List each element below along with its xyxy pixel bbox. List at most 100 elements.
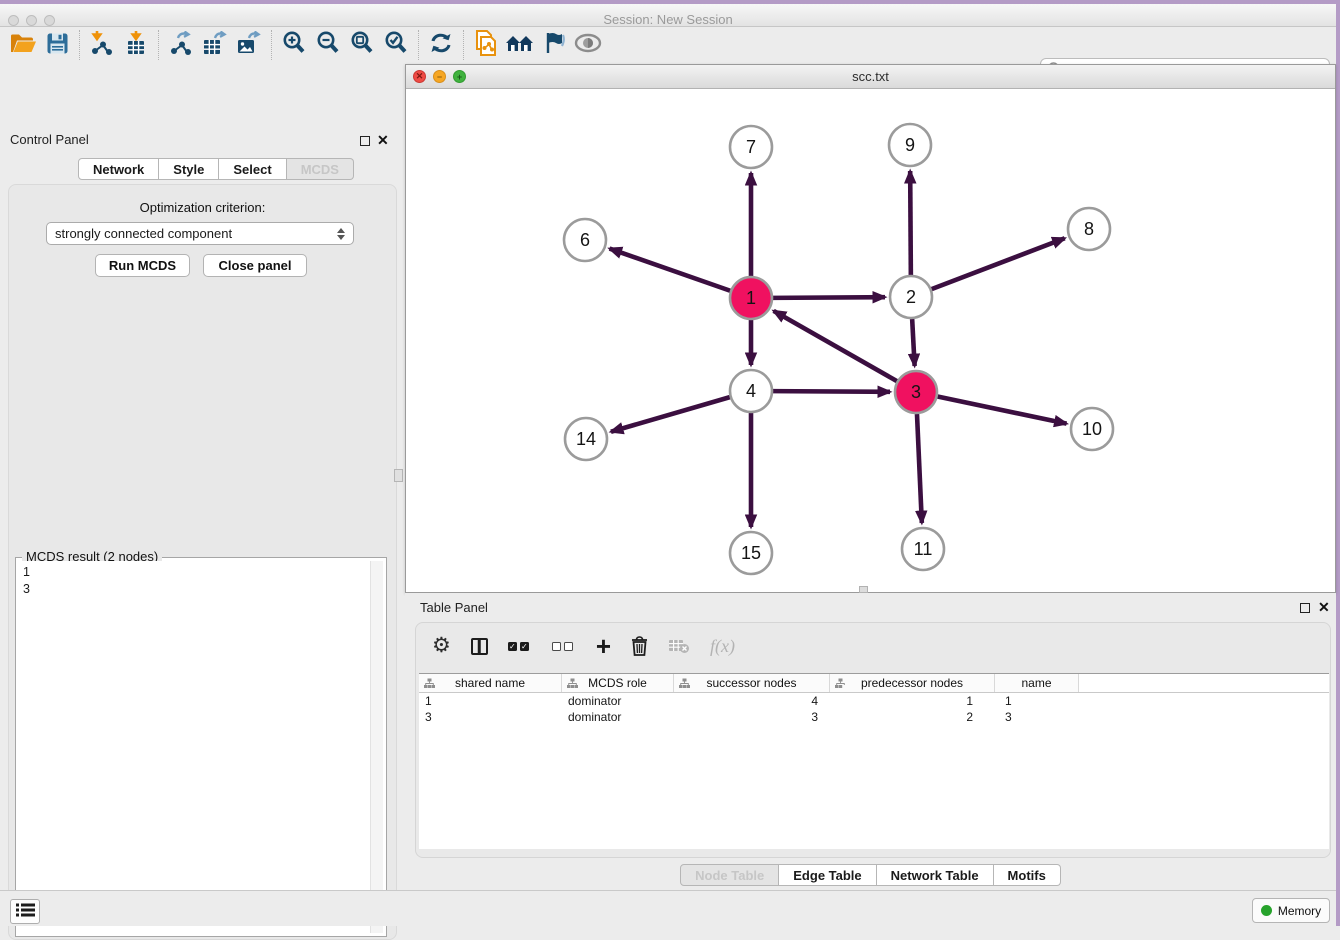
float-panel-icon[interactable] bbox=[360, 136, 370, 146]
graph-edge-3-1[interactable] bbox=[774, 311, 897, 381]
float-panel-icon[interactable] bbox=[1300, 603, 1310, 613]
column-header-name[interactable]: name bbox=[995, 674, 1079, 692]
column-header-predecessor-nodes[interactable]: predecessor nodes bbox=[830, 674, 995, 692]
panel-divider-grip[interactable] bbox=[394, 469, 403, 482]
cell-mcds-role[interactable]: dominator bbox=[562, 709, 674, 725]
graph-node-7[interactable]: 7 bbox=[730, 126, 772, 168]
graph-node-1[interactable]: 1 bbox=[730, 277, 772, 319]
cell-shared-name[interactable]: 3 bbox=[419, 709, 562, 725]
graph-node-9[interactable]: 9 bbox=[889, 124, 931, 166]
main-toolbar bbox=[0, 27, 1336, 62]
close-panel-icon[interactable]: ✕ bbox=[1318, 602, 1330, 612]
table-toolbar: ⚙ ✓✓ + f(x) bbox=[432, 631, 735, 661]
home-button[interactable] bbox=[503, 29, 537, 61]
graph-node-8[interactable]: 8 bbox=[1068, 208, 1110, 250]
cell-mcds-role[interactable]: dominator bbox=[562, 693, 674, 709]
criterion-select[interactable]: strongly connected component bbox=[46, 222, 354, 245]
tab-network[interactable]: Network bbox=[78, 158, 159, 180]
column-header-shared-name[interactable]: shared name bbox=[419, 674, 562, 692]
graph-edge-1-6[interactable] bbox=[610, 249, 731, 291]
cell-shared-name[interactable]: 1 bbox=[419, 693, 562, 709]
graph-edge-2-3[interactable] bbox=[912, 319, 914, 366]
graph-edge-3-10[interactable] bbox=[938, 397, 1067, 424]
zoom-fit-button[interactable] bbox=[345, 29, 379, 61]
window-resize-grip[interactable] bbox=[859, 586, 868, 593]
network-window-titlebar[interactable]: ✕ − + scc.txt bbox=[406, 65, 1335, 89]
graph-node-15[interactable]: 15 bbox=[730, 532, 772, 574]
deselect-all-icon[interactable] bbox=[552, 642, 576, 651]
graph-node-4[interactable]: 4 bbox=[730, 370, 772, 412]
table-row[interactable]: 1 dominator 4 1 1 bbox=[419, 693, 1329, 709]
graph-edge-3-11[interactable] bbox=[917, 414, 922, 523]
tab-mcds[interactable]: MCDS bbox=[287, 158, 354, 180]
network-canvas[interactable]: 7 9 6 8 1 2 4 3 14 10 15 11 bbox=[406, 89, 1335, 592]
graph-edge-2-8[interactable] bbox=[932, 238, 1065, 289]
open-session-button[interactable] bbox=[6, 29, 40, 61]
memory-button[interactable]: Memory bbox=[1252, 898, 1330, 923]
add-row-icon[interactable]: + bbox=[596, 636, 611, 656]
export-table-button[interactable] bbox=[198, 29, 232, 61]
graph-node-3[interactable]: 3 bbox=[895, 371, 937, 413]
svg-text:11: 11 bbox=[914, 539, 933, 559]
svg-text:6: 6 bbox=[580, 230, 590, 250]
cell-name[interactable]: 3 bbox=[995, 709, 1079, 725]
import-network-icon bbox=[91, 31, 113, 58]
network-graph[interactable]: 7 9 6 8 1 2 4 3 14 10 15 11 bbox=[406, 89, 1335, 593]
table-row[interactable]: 3 dominator 3 2 3 bbox=[419, 709, 1329, 725]
close-panel-button[interactable]: Close panel bbox=[203, 254, 307, 277]
export-network-button[interactable] bbox=[164, 29, 198, 61]
import-table-button[interactable] bbox=[119, 29, 153, 61]
zoom-out-button[interactable] bbox=[311, 29, 345, 61]
tab-node-table[interactable]: Node Table bbox=[680, 864, 779, 886]
tab-style[interactable]: Style bbox=[159, 158, 219, 180]
save-session-button[interactable] bbox=[40, 29, 74, 61]
cell-name[interactable]: 1 bbox=[995, 693, 1079, 709]
status-bar: Memory bbox=[0, 890, 1336, 926]
flag-button[interactable] bbox=[537, 29, 571, 61]
toolbar-separator bbox=[158, 30, 159, 60]
graph-edge-4-3[interactable] bbox=[773, 391, 890, 392]
select-all-icon[interactable]: ✓✓ bbox=[508, 642, 532, 651]
cell-predecessor-nodes[interactable]: 1 bbox=[830, 693, 995, 709]
show-console-button[interactable] bbox=[10, 899, 40, 924]
tab-motifs[interactable]: Motifs bbox=[994, 864, 1061, 886]
optimization-criterion-label: Optimization criterion: bbox=[9, 200, 396, 215]
graph-edge-1-2[interactable] bbox=[773, 297, 885, 298]
zoom-selected-button[interactable] bbox=[379, 29, 413, 61]
tab-network-table[interactable]: Network Table bbox=[877, 864, 994, 886]
graph-node-6[interactable]: 6 bbox=[564, 219, 606, 261]
memory-label: Memory bbox=[1278, 904, 1321, 918]
hierarchy-icon bbox=[424, 678, 435, 692]
table-panel: Table Panel ✕ ⚙ ✓✓ + f(x) shared name MC… bbox=[405, 593, 1336, 890]
export-image-button[interactable] bbox=[232, 29, 266, 61]
node-table[interactable]: shared name MCDS role successor nodes pr… bbox=[419, 673, 1329, 849]
run-mcds-button[interactable]: Run MCDS bbox=[95, 254, 190, 277]
function-builder-icon: f(x) bbox=[710, 636, 735, 657]
mcds-result-text[interactable]: 1 3 bbox=[19, 561, 369, 933]
graph-node-14[interactable]: 14 bbox=[565, 418, 607, 460]
cell-successor-nodes[interactable]: 3 bbox=[674, 709, 830, 725]
graph-edge-2-9[interactable] bbox=[910, 171, 911, 275]
export-network-icon bbox=[170, 31, 192, 58]
graph-node-10[interactable]: 10 bbox=[1071, 408, 1113, 450]
graph-node-11[interactable]: 11 bbox=[902, 528, 944, 570]
column-header-successor-nodes[interactable]: successor nodes bbox=[674, 674, 830, 692]
result-scrollbar[interactable] bbox=[370, 561, 383, 933]
column-header-mcds-role[interactable]: MCDS role bbox=[562, 674, 674, 692]
cell-successor-nodes[interactable]: 4 bbox=[674, 693, 830, 709]
show-column-icon[interactable] bbox=[471, 638, 488, 655]
graph-node-2[interactable]: 2 bbox=[890, 276, 932, 318]
close-panel-icon[interactable]: ✕ bbox=[377, 135, 389, 145]
graph-edge-4-14[interactable] bbox=[611, 397, 730, 432]
tab-select[interactable]: Select bbox=[219, 158, 286, 180]
show-details-button[interactable] bbox=[571, 29, 605, 61]
import-network-button[interactable] bbox=[85, 29, 119, 61]
zoom-in-button[interactable] bbox=[277, 29, 311, 61]
share-network-button[interactable] bbox=[469, 29, 503, 61]
tab-edge-table[interactable]: Edge Table bbox=[779, 864, 876, 886]
trash-icon[interactable] bbox=[631, 636, 648, 656]
select-stepper-icon bbox=[337, 228, 345, 240]
refresh-layout-button[interactable] bbox=[424, 29, 458, 61]
cell-predecessor-nodes[interactable]: 2 bbox=[830, 709, 995, 725]
table-settings-gear-icon[interactable]: ⚙ bbox=[432, 636, 451, 656]
